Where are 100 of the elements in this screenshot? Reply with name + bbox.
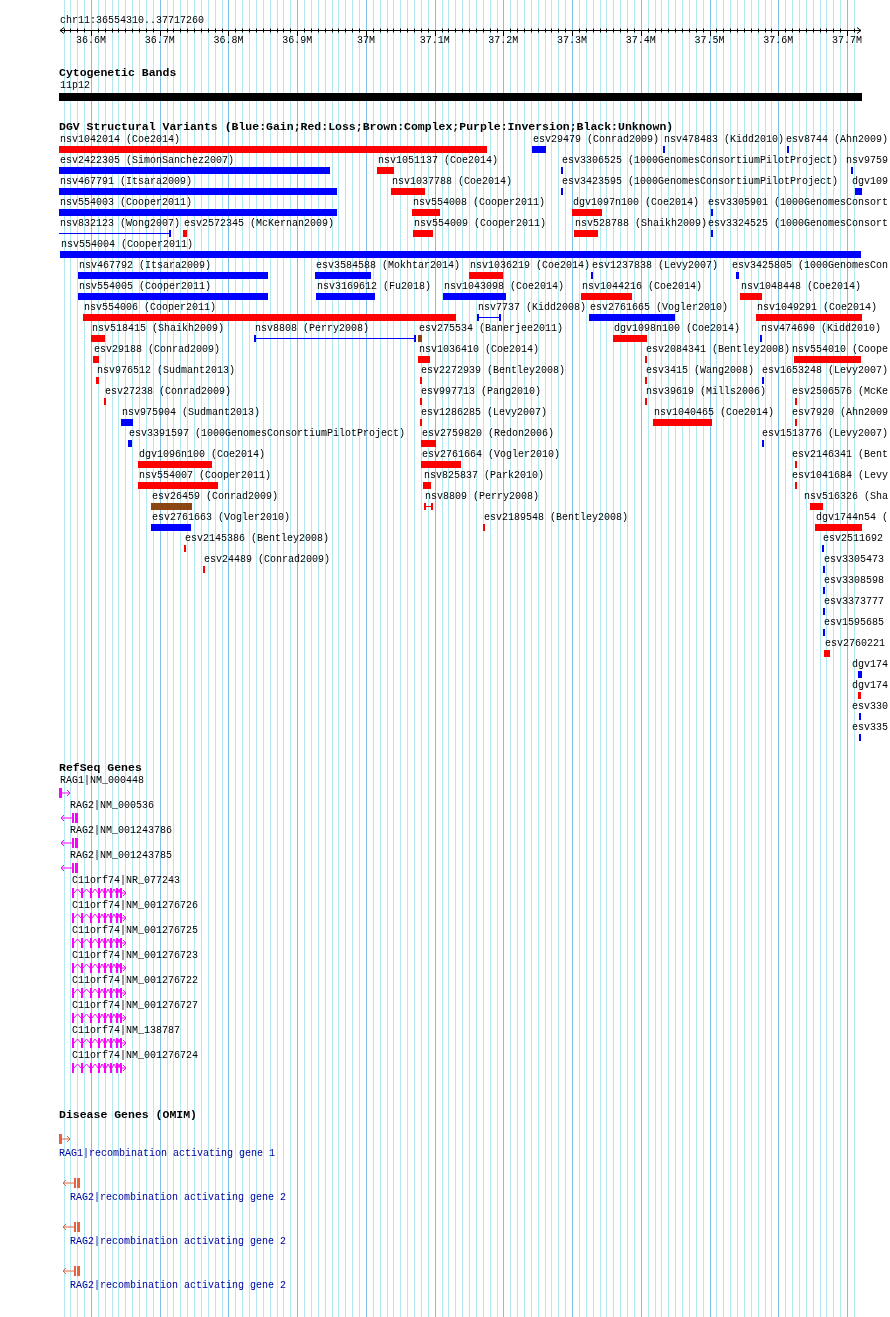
variant-label: esv2506576 (McKe	[792, 387, 888, 397]
tick-label: 36.9M	[282, 36, 313, 46]
transcript-drawing	[72, 938, 127, 948]
gene-label: C11orf74|NM_001276724	[72, 1051, 199, 1061]
variant-label: nsv1037788 (Coe2014)	[392, 177, 513, 187]
tick-label: 37.2M	[488, 36, 519, 46]
variant-label: esv1237838 (Levy2007)	[592, 261, 719, 271]
variant-label: dgv1744n54 (	[816, 513, 888, 523]
variant-label: nsv467791 (Itsara2009)	[60, 177, 193, 187]
gene-label: C11orf74|NM_001276726	[72, 901, 199, 911]
variant-label: nsv1036410 (Coe2014)	[419, 345, 540, 355]
variant-label: esv335	[852, 723, 888, 733]
variant-label: nsv474690 (Kidd2010)	[761, 324, 882, 334]
variant-label: nsv554004 (Cooper2011)	[61, 240, 194, 250]
gene-label: C11orf74|NM_001276725	[72, 926, 199, 936]
variant-label: esv2511692	[823, 534, 883, 544]
variant-label: esv1041684 (Levy	[792, 471, 888, 481]
band-label: 11p12	[60, 81, 90, 91]
variant-label: nsv8808 (Perry2008)	[255, 324, 370, 334]
variant-label: esv997713 (Pang2010)	[421, 387, 542, 397]
variant-label: esv2759820 (Redon2006)	[422, 429, 555, 439]
variant-label: esv1653248 (Levy2007)	[762, 366, 889, 376]
track-title: Disease Genes (OMIM)	[59, 1109, 198, 1121]
tick-label: 37.7M	[832, 36, 862, 46]
tick-label: 36.8M	[213, 36, 244, 46]
gene-marker-drawing	[62, 1178, 81, 1188]
variant-label: esv7920 (Ahn2009	[792, 408, 888, 418]
gene-label: C11orf74|NM_001276727	[72, 1001, 199, 1011]
variant-label: nsv976512 (Sudmant2013)	[97, 366, 236, 376]
variant-label: nsv39619 (Mills2006)	[646, 387, 767, 397]
disease-gene-link[interactable]: RAG2|recombination activating gene 2	[70, 1193, 287, 1203]
variant-label: nsv1044216 (Coe2014)	[582, 282, 703, 292]
region-label: chr11:36554310..37717260	[60, 16, 205, 26]
variant-label: nsv975904 (Sudmant2013)	[122, 408, 261, 418]
variant-label: esv2422305 (SimonSanchez2007)	[60, 156, 235, 166]
variant-label: nsv1042014 (Coe2014)	[60, 135, 181, 145]
variant-label: esv29479 (Conrad2009)	[533, 135, 660, 145]
variant-label: nsv825837 (Park2010)	[424, 471, 545, 481]
variant-label: esv3305473	[824, 555, 884, 565]
variant-label: esv24489 (Conrad2009)	[204, 555, 331, 565]
track-title: DGV Structural Variants (Blue:Gain;Red:Loss;Brown:Complex;Purple:Inversion;Black:Unknown)	[59, 121, 674, 133]
variant-label: nsv554005 (Cooper2011)	[79, 282, 212, 292]
disease-gene-link[interactable]: RAG2|recombination activating gene 2	[70, 1281, 287, 1291]
gene-label: C11orf74|NR_077243	[72, 876, 181, 886]
gene-marker-drawing	[62, 1222, 81, 1232]
variant-label: esv26459 (Conrad2009)	[152, 492, 279, 502]
disease-gene-link[interactable]: RAG1|recombination activating gene 1	[59, 1149, 276, 1159]
variant-label: nsv1043098 (Coe2014)	[444, 282, 565, 292]
tick-label: 37.3M	[557, 36, 588, 46]
variant-label: nsv554006 (Cooper2011)	[84, 303, 217, 313]
transcript-drawing	[60, 838, 79, 848]
variant-label: esv3425805 (1000GenomesCon	[732, 261, 889, 271]
variant-label: dgv109	[852, 177, 888, 187]
transcript-drawing	[59, 788, 71, 798]
variant-label: esv2084341 (Bentley2008)	[646, 345, 791, 355]
variant-label: dgv174	[852, 681, 888, 691]
tick-label: 37.4M	[625, 36, 656, 46]
gene-label: RAG2|NM_001243785	[70, 851, 173, 861]
variant-label: nsv516326 (Sha	[804, 492, 888, 502]
variant-label: esv2189548 (Bentley2008)	[484, 513, 629, 523]
variant-label: esv29188 (Conrad2009)	[94, 345, 221, 355]
variant-label: nsv1049291 (Coe2014)	[757, 303, 878, 313]
transcript-drawing	[72, 913, 127, 923]
variant-label: nsv554007 (Cooper2011)	[139, 471, 272, 481]
gene-label: RAG2|NM_001243786	[70, 826, 173, 836]
variant-label: esv2761664 (Vogler2010)	[422, 450, 561, 460]
variant-label: nsv554009 (Cooper2011)	[414, 219, 547, 229]
track-title: RefSeq Genes	[59, 762, 142, 774]
variant-label: esv3324525 (1000GenomesConsort	[708, 219, 889, 229]
gene-label: RAG1|NM_000448	[60, 776, 144, 786]
variant-label: nsv3169612 (Fu2018)	[317, 282, 432, 292]
variant-label: esv3391597 (1000GenomesConsortiumPilotProject)	[129, 429, 406, 439]
transcript-drawing	[72, 1038, 127, 1048]
gene-marker-drawing	[59, 1134, 71, 1144]
transcript-drawing	[72, 988, 127, 998]
variant-label: nsv1036219 (Coe2014)	[470, 261, 591, 271]
transcript-drawing	[60, 813, 79, 823]
gene-label: C11orf74|NM_001276723	[72, 951, 199, 961]
variant-label: nsv478483 (Kidd2010)	[664, 135, 785, 145]
variant-label: esv275534 (Banerjee2011)	[419, 324, 564, 334]
variant-label: nsv1048448 (Coe2014)	[741, 282, 862, 292]
variant-label: dgv1097n100 (Coe2014)	[573, 198, 700, 208]
variant-label: nsv554003 (Cooper2011)	[60, 198, 193, 208]
variant-label: nsv528788 (Shaikh2009)	[575, 219, 708, 229]
variant-label: esv1595685	[824, 618, 884, 628]
variant-label: esv2761665 (Vogler2010)	[590, 303, 729, 313]
variant-label: esv2572345 (McKernan2009)	[184, 219, 335, 229]
disease-gene-link[interactable]: RAG2|recombination activating gene 2	[70, 1237, 287, 1247]
variant-label: esv3373777	[824, 597, 884, 607]
tick-label: 36.6M	[76, 36, 106, 46]
variant-label: esv3306525 (1000GenomesConsortiumPilotProject)	[562, 156, 839, 166]
tick-label: 37.5M	[694, 36, 725, 46]
track-title: Cytogenetic Bands	[59, 67, 177, 79]
variant-label: nsv554008 (Cooper2011)	[413, 198, 546, 208]
gene-label: C11orf74|NM_001276722	[72, 976, 199, 986]
tick-label: 37.1M	[419, 36, 450, 46]
variant-label: esv8744 (Ahn2009)	[786, 135, 889, 145]
variant-label: esv2146341 (Bent	[792, 450, 888, 460]
variant-label: esv1513776 (Levy2007)	[762, 429, 889, 439]
tick-label: 37M	[356, 36, 375, 46]
